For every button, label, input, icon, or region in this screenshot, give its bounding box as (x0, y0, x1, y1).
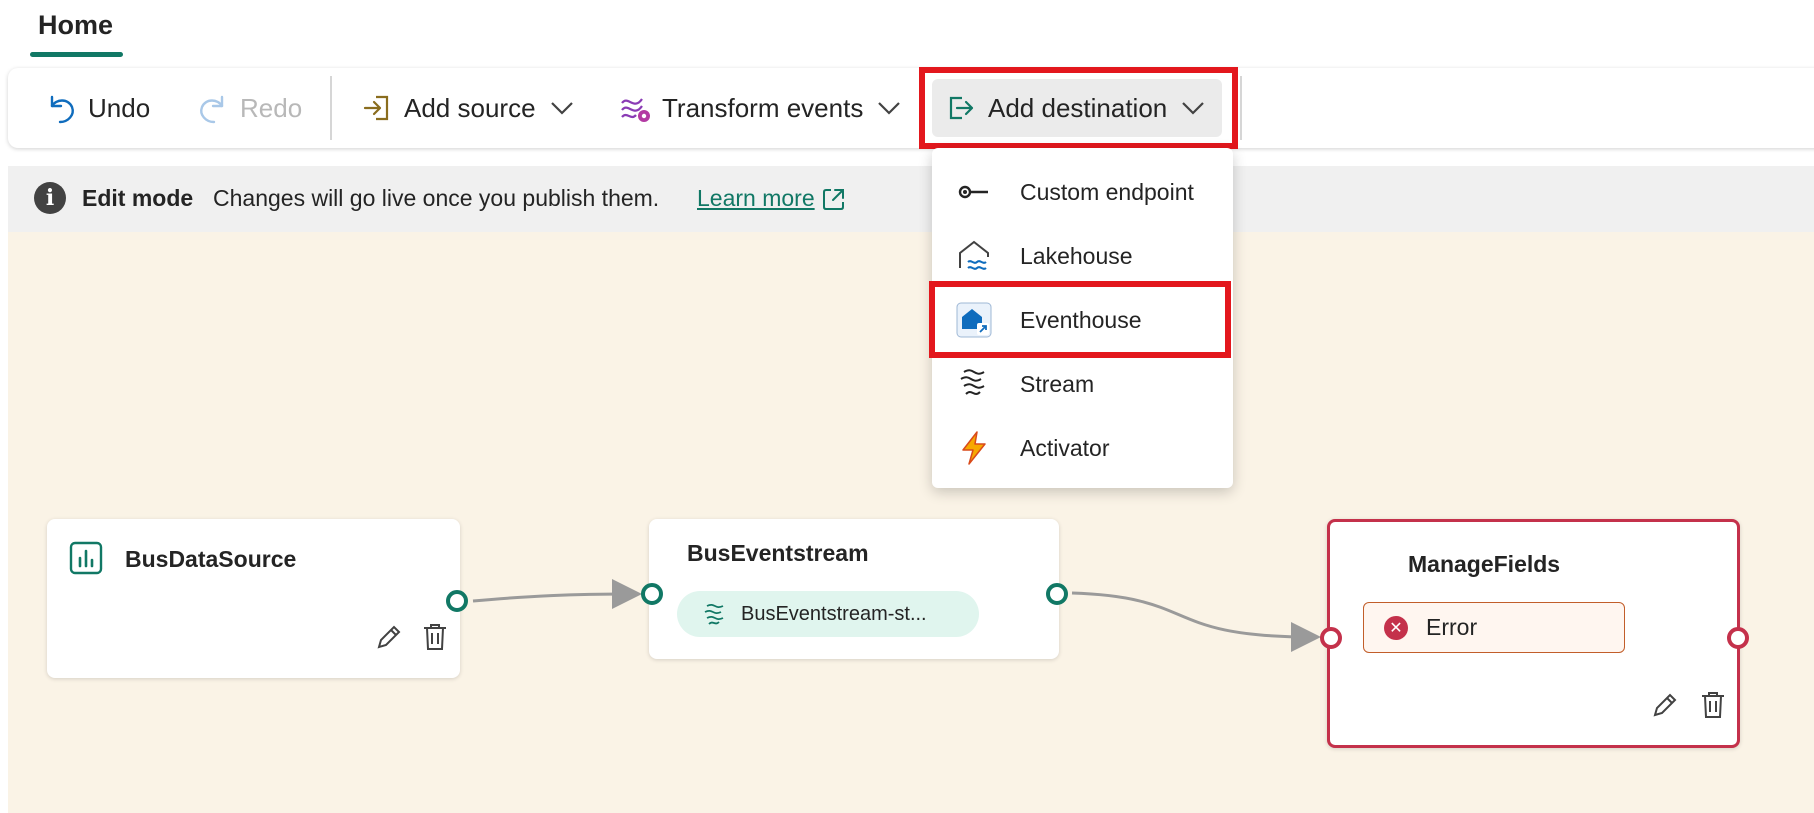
eventstream-output-port[interactable] (1046, 583, 1068, 605)
source-node-title: BusDataSource (125, 546, 297, 572)
eventstream-input-port[interactable] (641, 583, 663, 605)
edit-icon[interactable] (1650, 690, 1680, 725)
error-icon: ✕ (1384, 615, 1408, 640)
menu-item-stream[interactable]: Stream (932, 352, 1233, 416)
stream-icon (954, 364, 994, 404)
menu-item-label: Activator (1020, 434, 1110, 461)
stream-pill[interactable]: BusEventstream-st... (677, 591, 979, 637)
custom-endpoint-icon (954, 172, 994, 212)
menu-item-lakehouse[interactable]: Lakehouse (932, 224, 1233, 288)
manage-fields-node-title: ManageFields (1408, 551, 1561, 577)
manage-fields-output-port[interactable] (1727, 627, 1749, 649)
edit-icon[interactable] (374, 622, 404, 657)
lakehouse-icon (954, 236, 994, 276)
menu-item-label: Stream (1020, 370, 1095, 397)
menu-item-custom-endpoint[interactable]: Custom endpoint (932, 160, 1233, 224)
menu-item-label: Custom endpoint (1020, 178, 1194, 205)
delete-icon[interactable] (421, 622, 449, 657)
source-chart-icon (68, 540, 104, 581)
source-output-port[interactable] (446, 590, 468, 612)
highlight-eventhouse (929, 281, 1231, 358)
activator-icon (954, 428, 994, 468)
delete-icon[interactable] (1699, 690, 1727, 725)
error-label: Error (1426, 614, 1478, 640)
menu-item-label: Lakehouse (1020, 242, 1133, 269)
stream-pill-label: BusEventstream-st... (741, 602, 927, 625)
stream-icon (701, 600, 729, 628)
menu-item-activator[interactable]: Activator (932, 416, 1233, 480)
error-status[interactable]: ✕ Error (1363, 602, 1625, 653)
manage-fields-input-port[interactable] (1320, 627, 1342, 649)
eventstream-node-title: BusEventstream (687, 540, 869, 566)
